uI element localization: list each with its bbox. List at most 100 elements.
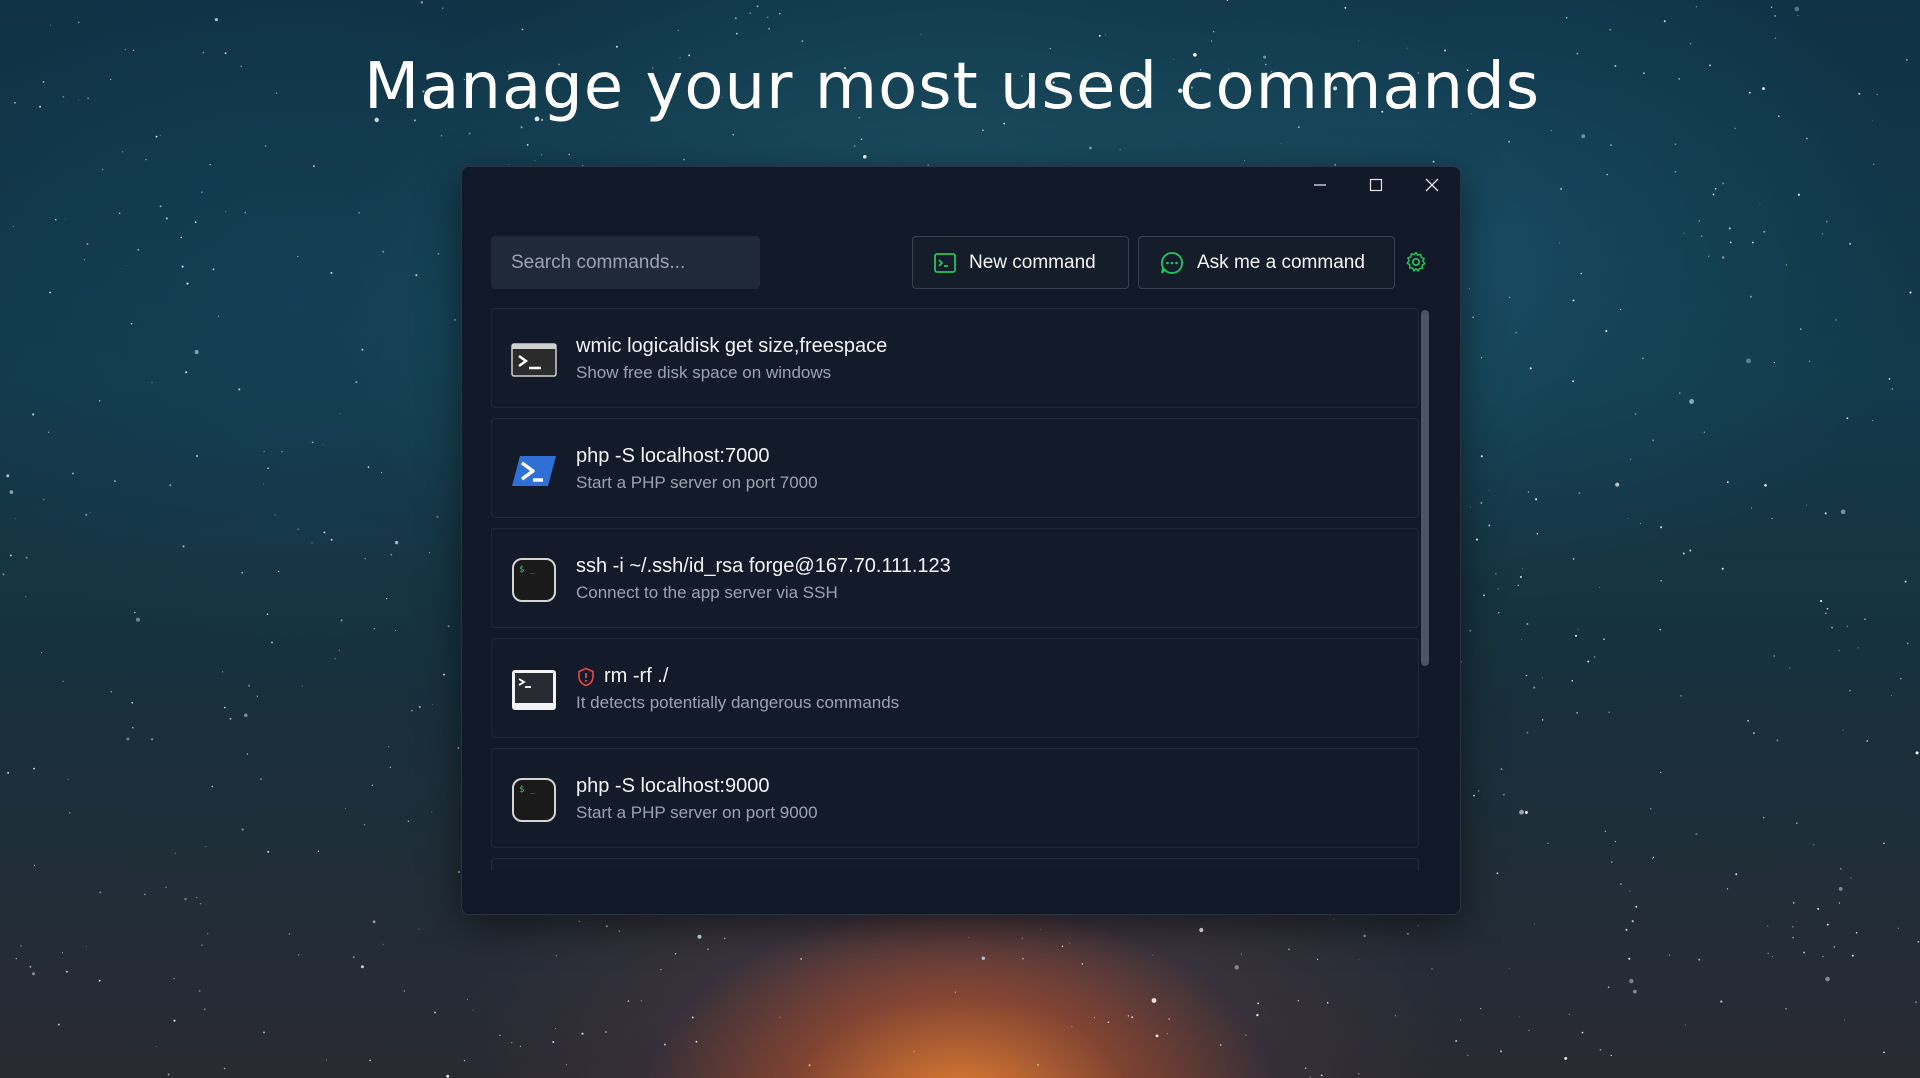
star [1817, 907, 1820, 910]
star [434, 1011, 436, 1014]
command-row[interactable]: wmic logicaldisk get size,freespace Show… [491, 308, 1419, 408]
command-text: ssh -i ~/.ssh/id_rsa forge@167.70.111.12… [576, 555, 951, 577]
star [1089, 146, 1092, 150]
star [1363, 934, 1367, 938]
star [33, 767, 35, 770]
star [1890, 695, 1892, 697]
star [1317, 958, 1319, 961]
star [732, 133, 735, 136]
star [9, 490, 14, 494]
star [7, 772, 9, 774]
star [1599, 587, 1601, 588]
star [1550, 130, 1552, 132]
command-row[interactable]: $ _ php -S localhost:9000 Start a PHP se… [491, 748, 1419, 848]
star [1871, 419, 1874, 422]
terminal-icon [934, 252, 956, 273]
star [568, 153, 570, 156]
star [1480, 455, 1483, 458]
chat-bubble-icon [1161, 251, 1183, 274]
star [1297, 126, 1300, 129]
star [62, 680, 64, 682]
star [1406, 932, 1409, 935]
command-row-partial[interactable] [491, 858, 1419, 871]
star [1835, 319, 1837, 321]
star [1729, 241, 1732, 244]
star [1417, 924, 1419, 926]
star [1571, 680, 1573, 682]
command-text: rm -rf ./ [604, 665, 669, 687]
star [1844, 1019, 1846, 1021]
star [1891, 388, 1893, 390]
star [29, 965, 32, 968]
maximize-button[interactable] [1348, 167, 1404, 203]
star [1226, 0, 1229, 1]
star [1795, 822, 1798, 825]
star [808, 1064, 811, 1067]
star [1527, 491, 1529, 493]
star [1473, 794, 1475, 797]
ask-command-button[interactable]: Ask me a command [1138, 236, 1395, 289]
command-row[interactable]: rm -rf ./ It detects potentially dangero… [491, 638, 1419, 738]
star [1480, 357, 1483, 359]
star [144, 893, 146, 896]
command-description: It detects potentially dangerous command… [576, 693, 900, 712]
star [1864, 618, 1866, 620]
star [57, 1023, 60, 1026]
star [1734, 127, 1736, 130]
star [211, 785, 213, 788]
list-scrollbar[interactable] [1421, 310, 1429, 666]
star [1797, 193, 1800, 196]
star [1496, 872, 1499, 875]
star [1649, 808, 1652, 810]
star [201, 191, 203, 194]
star [1708, 255, 1710, 257]
star [1771, 517, 1773, 520]
star [1607, 986, 1610, 988]
star [1604, 830, 1607, 833]
star [749, 12, 751, 14]
star [1580, 272, 1583, 275]
command-row[interactable]: $ _ ssh -i ~/.ssh/id_rsa forge@167.70.11… [491, 528, 1419, 628]
star [863, 155, 867, 159]
star [1244, 160, 1245, 162]
star [229, 717, 232, 720]
star [298, 954, 300, 956]
star [9, 554, 12, 557]
star [420, 1, 424, 4]
gear-icon[interactable] [1404, 250, 1428, 274]
star [151, 738, 154, 741]
star [1652, 439, 1655, 442]
star [1568, 1013, 1571, 1016]
star [267, 467, 269, 470]
star [605, 925, 608, 928]
star [1849, 243, 1851, 245]
star [25, 556, 28, 559]
star [1049, 48, 1051, 50]
star [330, 271, 333, 274]
star [1280, 143, 1282, 145]
star [367, 466, 370, 468]
star [853, 145, 856, 147]
close-button[interactable] [1404, 167, 1460, 203]
star [447, 625, 450, 628]
star [1803, 951, 1805, 954]
star [526, 143, 529, 146]
search-input[interactable] [491, 236, 760, 289]
star [1614, 841, 1616, 843]
star [734, 17, 737, 20]
star [1572, 299, 1575, 302]
star [1759, 203, 1761, 205]
star [385, 597, 388, 600]
minimize-button[interactable] [1292, 167, 1348, 203]
command-row[interactable]: php -S localhost:7000 Start a PHP server… [491, 418, 1419, 518]
star [43, 498, 45, 501]
star [1857, 647, 1859, 649]
star [1168, 1018, 1171, 1021]
command-text: php -S localhost:9000 [576, 775, 770, 797]
star [1720, 1000, 1723, 1003]
minimize-icon [1314, 184, 1326, 186]
star [1883, 842, 1885, 845]
svg-text:$ _: $ _ [519, 565, 536, 575]
new-command-button[interactable]: New command [912, 236, 1129, 289]
star [1689, 399, 1695, 404]
